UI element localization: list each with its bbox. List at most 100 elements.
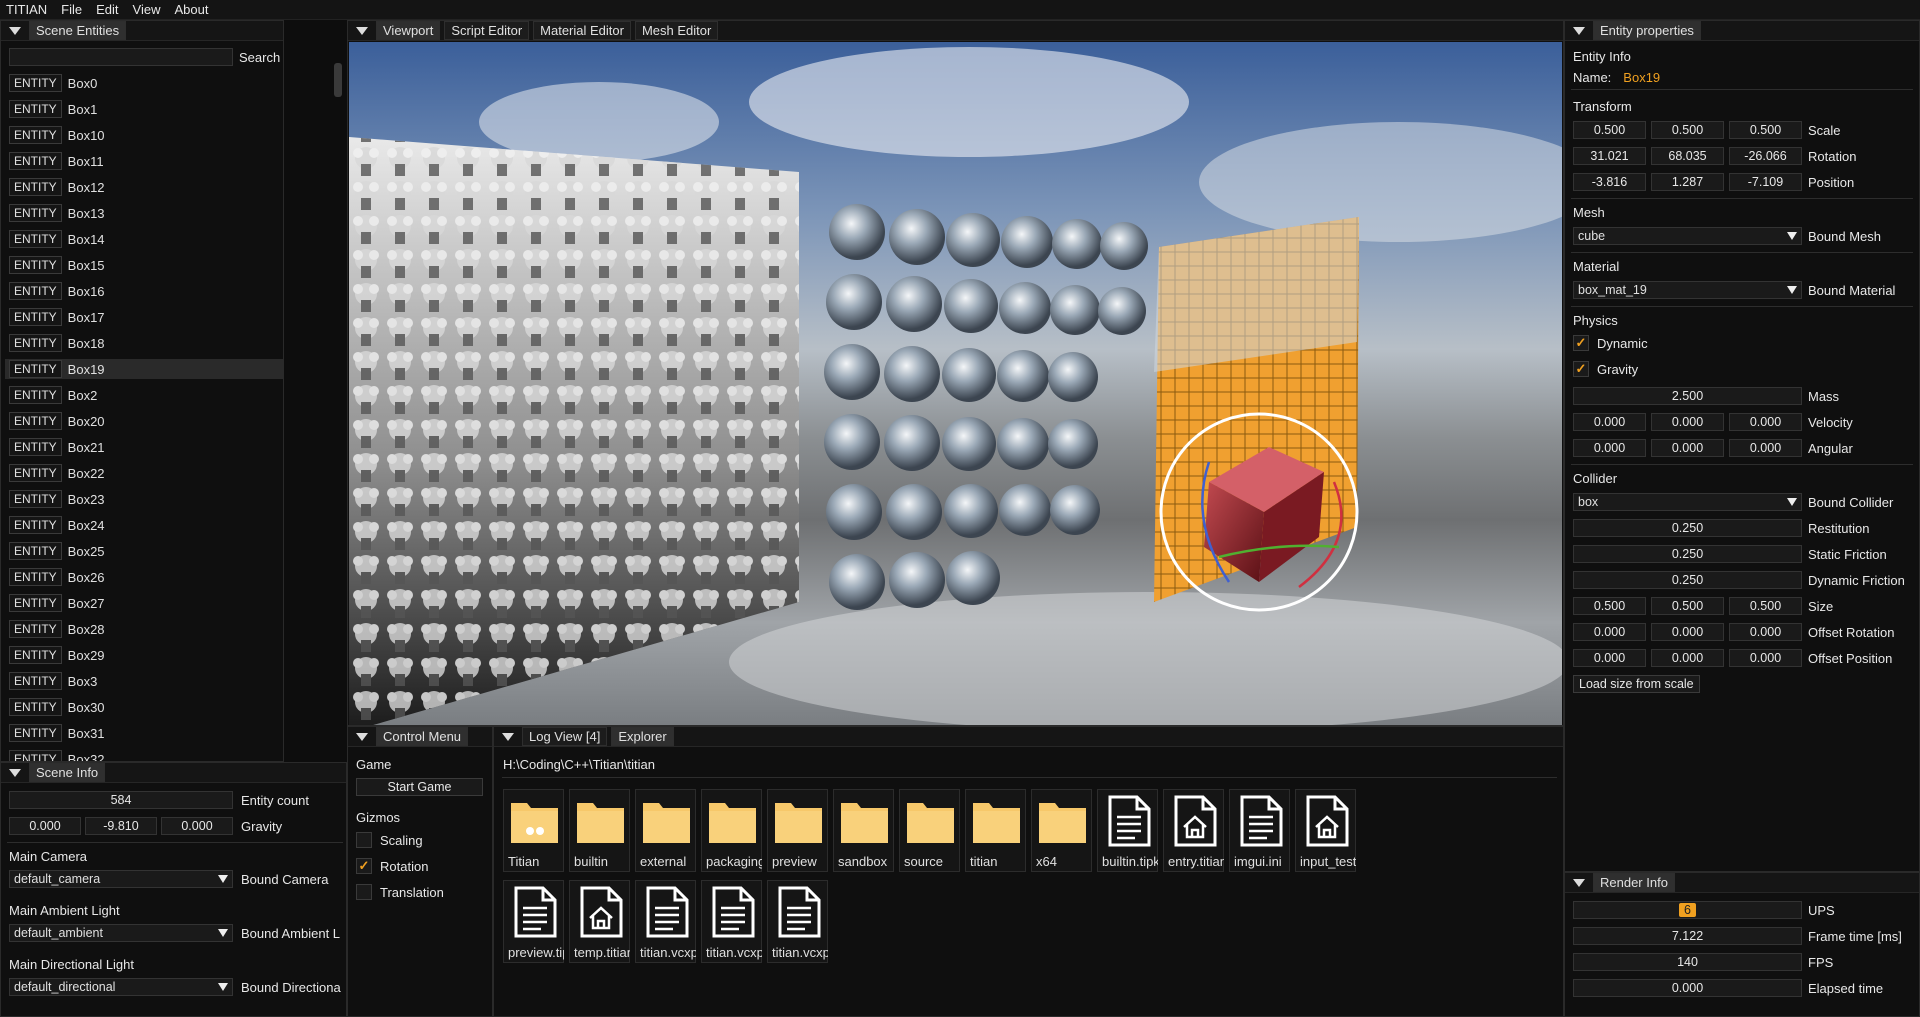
static-friction-field[interactable]: 0.250 bbox=[1573, 545, 1802, 563]
scale-z[interactable]: 0.500 bbox=[1729, 121, 1802, 139]
dynamic-friction-field[interactable]: 0.250 bbox=[1573, 571, 1802, 589]
entity-row[interactable]: ENTITY Box18 bbox=[9, 333, 105, 353]
file-item[interactable]: builtin.tipk bbox=[1097, 789, 1158, 872]
velocity-x[interactable]: 0.000 bbox=[1573, 413, 1646, 431]
entity-tag[interactable]: ENTITY bbox=[9, 230, 62, 248]
tab-control-menu[interactable]: Control Menu bbox=[376, 727, 469, 746]
entity-tag[interactable]: ENTITY bbox=[9, 750, 62, 761]
tab-explorer[interactable]: Explorer bbox=[611, 727, 674, 746]
file-item[interactable]: packaging bbox=[701, 789, 762, 872]
tab-viewport[interactable]: Viewport bbox=[376, 21, 441, 40]
collapse-triangle-icon[interactable] bbox=[1573, 26, 1585, 35]
restitution-field[interactable]: 0.250 bbox=[1573, 519, 1802, 537]
dynamic-checkbox[interactable]: ✓ bbox=[1573, 335, 1589, 351]
entity-row[interactable]: ENTITY Box0 bbox=[9, 73, 97, 93]
angular-x[interactable]: 0.000 bbox=[1573, 439, 1646, 457]
entity-tag[interactable]: ENTITY bbox=[9, 152, 62, 170]
collapse-triangle-icon[interactable] bbox=[1573, 878, 1585, 887]
collapse-triangle-icon[interactable] bbox=[502, 732, 514, 741]
gravity-y-field[interactable]: -9.810 bbox=[85, 817, 157, 835]
entity-tag[interactable]: ENTITY bbox=[9, 646, 62, 664]
camera-combo[interactable]: default_camera bbox=[9, 870, 233, 888]
entity-row[interactable]: ENTITY Box12 bbox=[9, 177, 105, 197]
entity-tag[interactable]: ENTITY bbox=[9, 516, 62, 534]
entity-row[interactable]: ENTITY Box31 bbox=[9, 723, 105, 743]
angular-z[interactable]: 0.000 bbox=[1729, 439, 1802, 457]
frame-time-field[interactable]: 7.122 bbox=[1573, 927, 1802, 945]
rotation-y[interactable]: 68.035 bbox=[1651, 147, 1724, 165]
file-item[interactable]: input_test.titian bbox=[1295, 789, 1356, 872]
load-size-button[interactable]: Load size from scale bbox=[1573, 675, 1700, 693]
file-item[interactable]: preview.tipk bbox=[503, 880, 564, 963]
velocity-z[interactable]: 0.000 bbox=[1729, 413, 1802, 431]
elapsed-field[interactable]: 0.000 bbox=[1573, 979, 1802, 997]
offset-rotation-x[interactable]: 0.000 bbox=[1573, 623, 1646, 641]
file-item[interactable]: source bbox=[899, 789, 960, 872]
entity-row[interactable]: ENTITY Box29 bbox=[9, 645, 105, 665]
entity-row[interactable]: ENTITY Box16 bbox=[9, 281, 105, 301]
menu-about[interactable]: About bbox=[174, 2, 208, 17]
entity-tag[interactable]: ENTITY bbox=[9, 282, 62, 300]
entity-tag[interactable]: ENTITY bbox=[9, 698, 62, 716]
rotation-z[interactable]: -26.066 bbox=[1729, 147, 1802, 165]
entity-tag[interactable]: ENTITY bbox=[9, 204, 62, 222]
entity-tag[interactable]: ENTITY bbox=[9, 126, 62, 144]
menu-edit[interactable]: Edit bbox=[96, 2, 118, 17]
scaling-checkbox[interactable] bbox=[356, 832, 372, 848]
tab-material-editor[interactable]: Material Editor bbox=[533, 21, 631, 40]
file-item[interactable]: titian.vcxproj.filters bbox=[701, 880, 762, 963]
entity-tag[interactable]: ENTITY bbox=[9, 672, 62, 690]
file-item[interactable]: entry.titian bbox=[1163, 789, 1224, 872]
entity-tag[interactable]: ENTITY bbox=[9, 74, 62, 92]
tab-entity-properties[interactable]: Entity properties bbox=[1593, 21, 1701, 40]
entity-row[interactable]: ENTITY Box26 bbox=[9, 567, 105, 587]
viewport-render[interactable] bbox=[349, 42, 1562, 725]
collapse-triangle-icon[interactable] bbox=[9, 768, 21, 777]
entity-row[interactable]: ENTITY Box14 bbox=[9, 229, 105, 249]
mesh-combo[interactable]: cube bbox=[1573, 227, 1802, 245]
entity-row[interactable]: ENTITY Box13 bbox=[9, 203, 105, 223]
entity-tag[interactable]: ENTITY bbox=[9, 360, 62, 378]
gravity-x-field[interactable]: 0.000 bbox=[9, 817, 81, 835]
menu-view[interactable]: View bbox=[133, 2, 161, 17]
offset-position-y[interactable]: 0.000 bbox=[1651, 649, 1724, 667]
entity-tag[interactable]: ENTITY bbox=[9, 412, 62, 430]
entity-tag[interactable]: ENTITY bbox=[9, 100, 62, 118]
entity-tag[interactable]: ENTITY bbox=[9, 490, 62, 508]
entity-tag[interactable]: ENTITY bbox=[9, 178, 62, 196]
offset-position-z[interactable]: 0.000 bbox=[1729, 649, 1802, 667]
collider-combo[interactable]: box bbox=[1573, 493, 1802, 511]
entity-row[interactable]: ENTITY Box2 bbox=[9, 385, 97, 405]
entity-row[interactable]: ENTITY Box25 bbox=[9, 541, 105, 561]
entity-count-field[interactable]: 584 bbox=[9, 791, 233, 809]
entity-row[interactable]: ENTITY Box24 bbox=[9, 515, 105, 535]
tab-log-view[interactable]: Log View [4] bbox=[522, 727, 608, 746]
scale-x[interactable]: 0.500 bbox=[1573, 121, 1646, 139]
file-item[interactable]: Titian bbox=[503, 789, 564, 872]
rotation-x[interactable]: 31.021 bbox=[1573, 147, 1646, 165]
entity-tag[interactable]: ENTITY bbox=[9, 256, 62, 274]
angular-y[interactable]: 0.000 bbox=[1651, 439, 1724, 457]
directional-combo[interactable]: default_directional bbox=[9, 978, 233, 996]
entity-row[interactable]: ENTITY Box3 bbox=[9, 671, 97, 691]
gravity-checkbox[interactable]: ✓ bbox=[1573, 361, 1589, 377]
entity-tag[interactable]: ENTITY bbox=[9, 724, 62, 742]
entity-tag[interactable]: ENTITY bbox=[9, 386, 62, 404]
entity-row[interactable]: ENTITY Box30 bbox=[9, 697, 105, 717]
ups-slider[interactable]: 6 bbox=[1573, 901, 1802, 919]
entity-tag[interactable]: ENTITY bbox=[9, 594, 62, 612]
menu-file[interactable]: File bbox=[61, 2, 82, 17]
velocity-y[interactable]: 0.000 bbox=[1651, 413, 1724, 431]
entity-row[interactable]: ENTITY Box21 bbox=[9, 437, 105, 457]
entity-tag[interactable]: ENTITY bbox=[9, 438, 62, 456]
entity-row[interactable]: ENTITY Box17 bbox=[9, 307, 105, 327]
file-item[interactable]: titian.vcxproj bbox=[635, 880, 696, 963]
translation-checkbox[interactable] bbox=[356, 884, 372, 900]
entity-tag[interactable]: ENTITY bbox=[9, 464, 62, 482]
collapse-triangle-icon[interactable] bbox=[356, 732, 368, 741]
file-item[interactable]: imgui.ini bbox=[1229, 789, 1290, 872]
file-item[interactable]: temp.titian bbox=[569, 880, 630, 963]
file-item[interactable]: sandbox bbox=[833, 789, 894, 872]
entity-row[interactable]: ENTITY Box32 bbox=[9, 749, 105, 761]
scroll-thumb[interactable] bbox=[334, 63, 342, 97]
